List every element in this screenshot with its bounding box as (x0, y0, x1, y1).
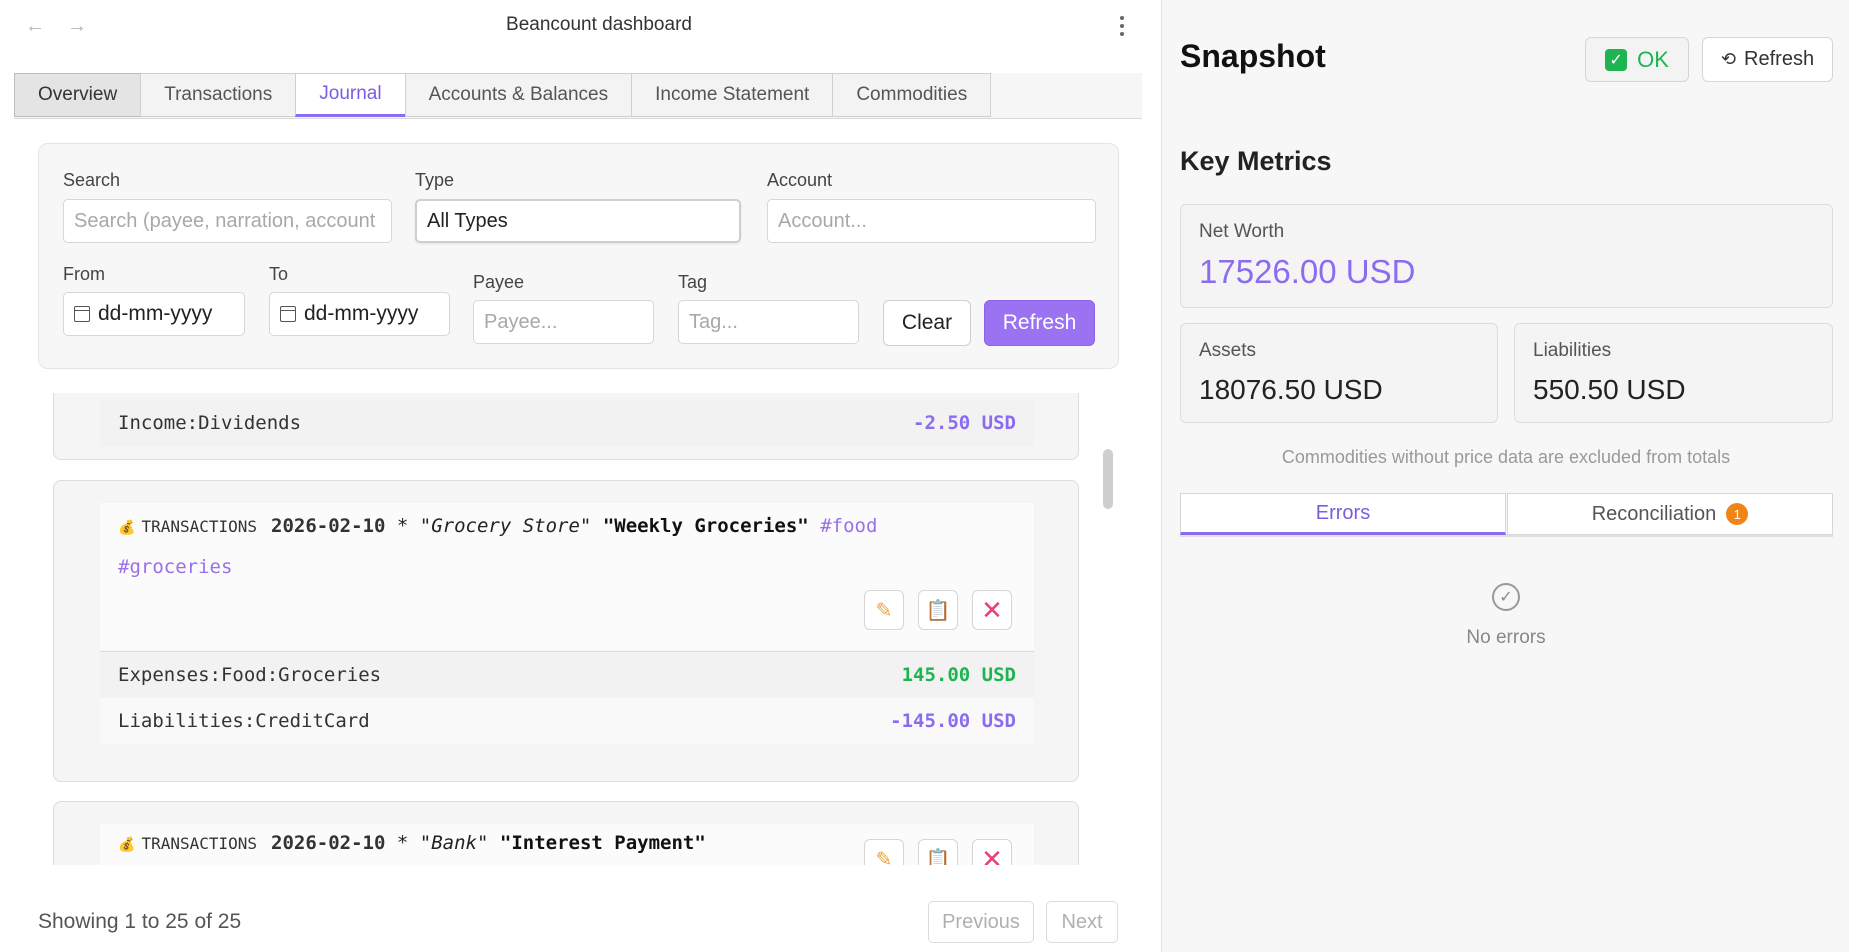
tab-transactions[interactable]: Transactions (140, 73, 297, 117)
transaction-tag[interactable]: #food (820, 515, 877, 537)
search-label: Search (63, 170, 121, 190)
liabilities-label: Liabilities (1533, 340, 1612, 361)
account-input[interactable]: Account... (767, 199, 1096, 243)
net-worth-value: 17526.00 USD (1199, 253, 1416, 290)
transaction-date: 2026-02-10 (271, 515, 386, 537)
next-page-button[interactable]: Next (1046, 901, 1118, 943)
transaction-flag: * (396, 832, 409, 854)
edit-icon[interactable]: ✎ (864, 590, 904, 630)
snapshot-tabs: Errors Reconciliation 1 (1180, 493, 1833, 537)
tag-input[interactable]: Tag... (678, 300, 859, 344)
from-date-value: dd-mm-yyyy (98, 302, 213, 325)
totals-note: Commodities without price data are exclu… (1281, 447, 1731, 467)
posting-row: Income:Dividends -2.50 USD (100, 400, 1034, 446)
search-input[interactable]: Search (payee, narration, account (63, 199, 392, 243)
checkbox-icon: ✓ (1605, 48, 1628, 71)
tag-label: Tag (678, 272, 708, 292)
journal-list: Income:Dividends -2.50 USD 💰 TRANSACTIONS… (38, 393, 1119, 865)
main-pane: ← → Beancount dashboard Overview Transac… (0, 0, 1161, 952)
no-errors-text: No errors (1466, 627, 1546, 648)
posting-account: Income:Dividends (118, 412, 302, 434)
previous-page-button[interactable]: Previous (928, 901, 1034, 943)
refresh-icon: ⟲ (1720, 49, 1737, 69)
transaction-payee: "Bank" (419, 832, 489, 854)
to-label: To (269, 264, 289, 284)
delete-icon[interactable]: ✕ (972, 839, 1012, 865)
transaction-header: 💰 TRANSACTIONS 2026-02-10 * "Grocery Store… (100, 503, 1034, 650)
check-circle-icon: ✓ (1492, 583, 1520, 611)
posting-row: Liabilities:CreditCard -145.00 USD (100, 698, 1034, 744)
transaction-card: 💰 TRANSACTIONS 2026-02-10 * "Bank" "Intere… (53, 801, 1079, 865)
payee-input[interactable]: Payee... (473, 300, 654, 344)
assets-card: Assets 18076.50 USD (1180, 323, 1498, 423)
posting-row: Expenses:Food:Groceries 145.00 USD (100, 651, 1034, 697)
transaction-narration: "Weekly Groceries" (602, 515, 809, 537)
entry-type: TRANSACTIONS (141, 517, 258, 536)
posting-account: Liabilities:CreditCard (118, 710, 370, 732)
account-label: Account (767, 170, 833, 190)
entry-type: TRANSACTIONS (141, 834, 258, 853)
tab-overview[interactable]: Overview (14, 73, 142, 117)
posting-amount: -145.00 USD (890, 710, 1016, 732)
type-label: Type (415, 170, 455, 190)
transaction-payee: "Grocery Store" (419, 515, 592, 537)
reconciliation-label: Reconciliation (1591, 502, 1717, 525)
transaction-tag[interactable]: #groceries (118, 556, 232, 578)
assets-label: Assets (1199, 340, 1257, 361)
type-select[interactable]: All Types (415, 199, 741, 243)
tab-commodities[interactable]: Commodities (832, 73, 992, 117)
snapshot-refresh-button[interactable]: ⟲ Refresh (1702, 37, 1833, 82)
pagination-status: Showing 1 to 25 of 25 (38, 910, 242, 933)
kebab-menu-icon[interactable] (1110, 12, 1134, 40)
transaction-flag: * (396, 515, 409, 537)
liabilities-value: 550.50 USD (1533, 374, 1686, 405)
posting-amount: 145.00 USD (901, 663, 1016, 686)
from-label: From (63, 264, 105, 284)
clear-button[interactable]: Clear (883, 300, 971, 346)
money-bag-icon: 💰 (118, 837, 136, 853)
calendar-icon (280, 306, 296, 322)
snapshot-refresh-label: Refresh (1744, 48, 1815, 70)
scrollbar-thumb[interactable] (1103, 449, 1113, 509)
app-window: ← → Beancount dashboard Overview Transac… (0, 0, 1849, 952)
transaction-line: 💰 TRANSACTIONS 2026-02-10 * "Grocery Store… (100, 503, 1034, 587)
edit-icon[interactable]: ✎ (864, 839, 904, 865)
transaction-date: 2026-02-10 (271, 832, 386, 854)
filter-panel: Search Search (payee, narration, account… (38, 143, 1119, 369)
calendar-icon (74, 306, 90, 322)
ok-status-button[interactable]: ✓ OK (1585, 37, 1689, 82)
snapshot-panel: Snapshot ✓ OK ⟲ Refresh Key Metrics Net … (1161, 0, 1849, 952)
payee-label: Payee (473, 272, 525, 292)
snapshot-title: Snapshot (1180, 38, 1326, 74)
from-date-input[interactable]: dd-mm-yyyy (63, 292, 245, 336)
assets-value: 18076.50 USD (1199, 374, 1383, 405)
tab-income-statement[interactable]: Income Statement (631, 73, 834, 117)
liabilities-card: Liabilities 550.50 USD (1514, 323, 1833, 423)
net-worth-card: Net Worth 17526.00 USD (1180, 204, 1833, 308)
key-metrics-title: Key Metrics (1180, 146, 1332, 176)
delete-icon[interactable]: ✕ (972, 590, 1012, 630)
transaction-narration: "Interest Payment" (499, 832, 706, 854)
title-bar: ← → Beancount dashboard (0, 0, 1161, 52)
net-worth-label: Net Worth (1199, 221, 1285, 242)
ok-label: OK (1637, 46, 1669, 72)
clipboard-icon[interactable]: 📋 (918, 839, 958, 865)
main-tabs: Overview Transactions Journal Accounts &… (14, 73, 1142, 119)
tab-accounts-balances[interactable]: Accounts & Balances (404, 73, 633, 117)
posting-amount: -2.50 USD (913, 412, 1016, 434)
posting-account: Expenses:Food:Groceries (118, 663, 382, 686)
tab-errors[interactable]: Errors (1180, 493, 1506, 535)
app-title: Beancount dashboard (506, 14, 692, 35)
to-date-value: dd-mm-yyyy (304, 302, 419, 325)
money-bag-icon: 💰 (118, 520, 136, 536)
reconciliation-badge: 1 (1726, 503, 1749, 525)
transaction-header: 💰 TRANSACTIONS 2026-02-10 * "Bank" "Intere… (100, 824, 1034, 865)
tab-reconciliation[interactable]: Reconciliation 1 (1507, 493, 1833, 535)
tab-journal[interactable]: Journal (295, 73, 406, 117)
refresh-button[interactable]: Refresh (984, 300, 1095, 346)
transaction-card: 💰 TRANSACTIONS 2026-02-10 * "Grocery Store… (53, 480, 1079, 782)
transaction-card: Income:Dividends -2.50 USD (53, 393, 1079, 460)
to-date-input[interactable]: dd-mm-yyyy (269, 292, 450, 336)
clipboard-icon[interactable]: 📋 (918, 590, 958, 630)
